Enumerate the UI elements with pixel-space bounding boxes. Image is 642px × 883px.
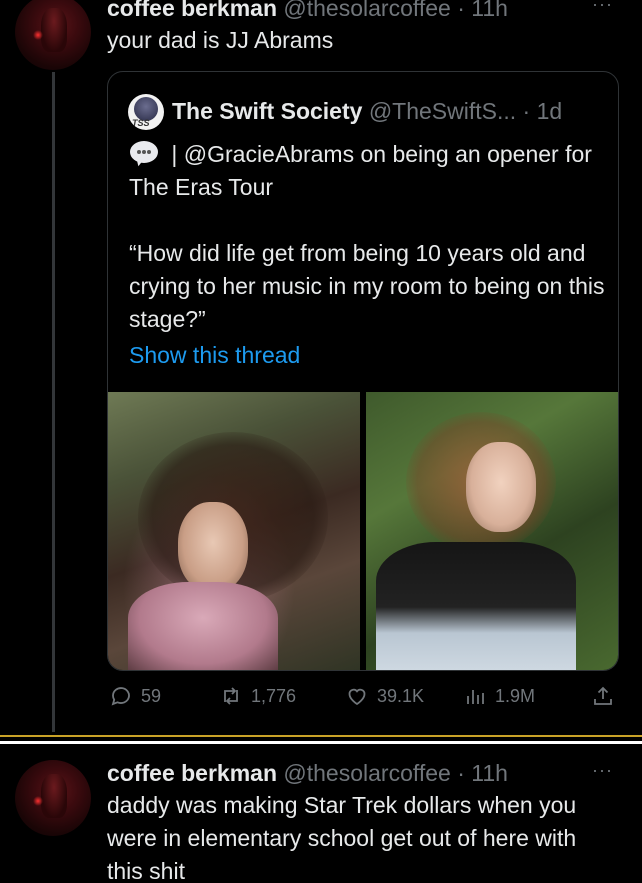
handle-and-time[interactable]: @thesolarcoffee · 11h	[283, 0, 508, 21]
display-name[interactable]: coffee berkman	[107, 760, 277, 786]
thread-line	[52, 72, 55, 732]
show-thread-link[interactable]: Show this thread	[129, 342, 300, 369]
like-count: 39.1K	[377, 685, 425, 706]
reply-count: 59	[141, 685, 162, 706]
repost-icon	[224, 687, 238, 705]
tweet-header: coffee berkman @thesolarcoffee · 11h	[107, 760, 508, 787]
display-name[interactable]: coffee berkman	[107, 0, 277, 21]
view-count: 1.9M	[495, 685, 536, 706]
handle-and-time[interactable]: @thesolarcoffee · 11h	[283, 760, 508, 786]
quoted-tweet-header: The Swift Society @TheSwiftS... · 1d	[172, 98, 562, 125]
quoted-line-1: | @GracieAbrams on being an opener for T…	[129, 141, 592, 200]
like-button[interactable]: 39.1K	[345, 684, 424, 708]
tweet-header: coffee berkman @thesolarcoffee · 11h	[107, 0, 508, 22]
views-button[interactable]: 1.9M	[463, 684, 535, 708]
analytics-icon	[467, 690, 484, 704]
tweet-text: daddy was making Star Trek dollars when …	[107, 792, 577, 883]
quoted-avatar: TSS	[128, 94, 164, 130]
repost-count: 1,776	[251, 685, 297, 706]
quoted-line-2: “How did life get from being 10 years ol…	[129, 240, 605, 332]
photo-right[interactable]	[366, 392, 618, 670]
heart-icon	[348, 688, 366, 706]
quoted-display-name: The Swift Society	[172, 98, 363, 124]
speech-bubble-icon	[129, 140, 161, 168]
quoted-handle-and-time: @TheSwiftS... · 1d	[368, 98, 563, 124]
more-options-icon[interactable]: ···	[592, 0, 613, 15]
reply-icon	[111, 687, 130, 706]
tweet-text: your dad is JJ Abrams	[107, 27, 334, 53]
more-options-icon[interactable]: ···	[592, 760, 613, 781]
avatar[interactable]	[15, 760, 91, 836]
avatar[interactable]	[15, 0, 91, 70]
quoted-tweet-text: | @GracieAbrams on being an opener for T…	[129, 138, 609, 336]
share-button[interactable]	[591, 684, 623, 708]
separator	[0, 741, 642, 744]
separator	[0, 735, 642, 737]
repost-button[interactable]: 1,776	[219, 684, 296, 708]
reply-button[interactable]: 59	[109, 684, 161, 708]
quoted-tweet-card[interactable]: TSS The Swift Society @TheSwiftS... · 1d…	[107, 71, 619, 671]
action-bar: 59 1,776 39.1K 1.9M	[107, 684, 619, 714]
share-icon	[594, 686, 612, 705]
photo-left[interactable]	[108, 392, 360, 670]
